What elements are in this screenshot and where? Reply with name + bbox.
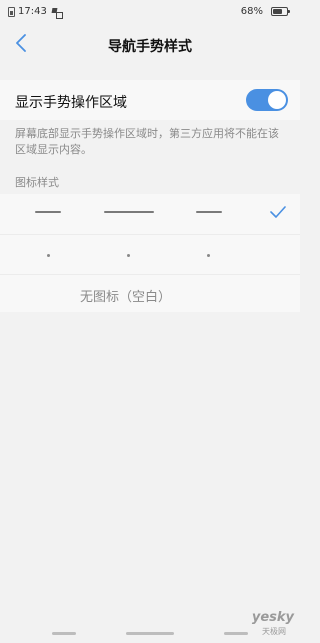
icon-style-options: 无图标（空白） <box>0 194 300 312</box>
battery-icon <box>271 7 290 16</box>
checkmark-icon <box>270 206 286 218</box>
gesture-dot-icon <box>127 254 130 257</box>
style-option-lines[interactable] <box>0 194 300 234</box>
icon-style-section-label: 图标样式 <box>15 176 59 189</box>
gesture-area-toggle[interactable] <box>246 89 288 111</box>
gesture-area-label: 显示手势操作区域 <box>15 95 127 111</box>
gesture-area-description: 屏幕底部显示手势操作区域时，第三方应用将不能在该区域显示内容。 <box>15 127 279 156</box>
nav-gesture-bar <box>224 632 248 635</box>
gesture-dot-icon <box>207 254 210 257</box>
sim-card-icon <box>8 6 15 17</box>
status-right: 68% <box>240 6 290 17</box>
gesture-area-row[interactable]: 显示手势操作区域 <box>0 80 300 120</box>
gesture-line-icon <box>35 211 61 213</box>
navigation-bar: 导航手势样式 <box>0 24 300 64</box>
style-option-dots[interactable] <box>0 234 300 274</box>
status-bar: 17:43 68% <box>0 0 300 24</box>
battery-fill <box>273 9 282 14</box>
blank-option-label: 无图标（空白） <box>80 290 172 305</box>
nav-gesture-bar <box>52 632 76 635</box>
gesture-line-icon <box>104 211 154 213</box>
notification-icon <box>52 7 63 19</box>
battery-percent: 68% <box>240 6 263 17</box>
style-option-blank[interactable]: 无图标（空白） <box>0 274 300 314</box>
status-time: 17:43 <box>18 6 47 17</box>
gesture-line-icon <box>196 211 222 213</box>
gesture-dot-icon <box>47 254 50 257</box>
status-left: 17:43 <box>8 6 63 19</box>
watermark-logo: yesky <box>251 610 294 625</box>
toggle-knob <box>268 91 286 109</box>
nav-gesture-bar <box>126 632 174 635</box>
watermark-subtitle: 天极网 <box>262 627 286 636</box>
page-title: 导航手势样式 <box>108 39 192 55</box>
